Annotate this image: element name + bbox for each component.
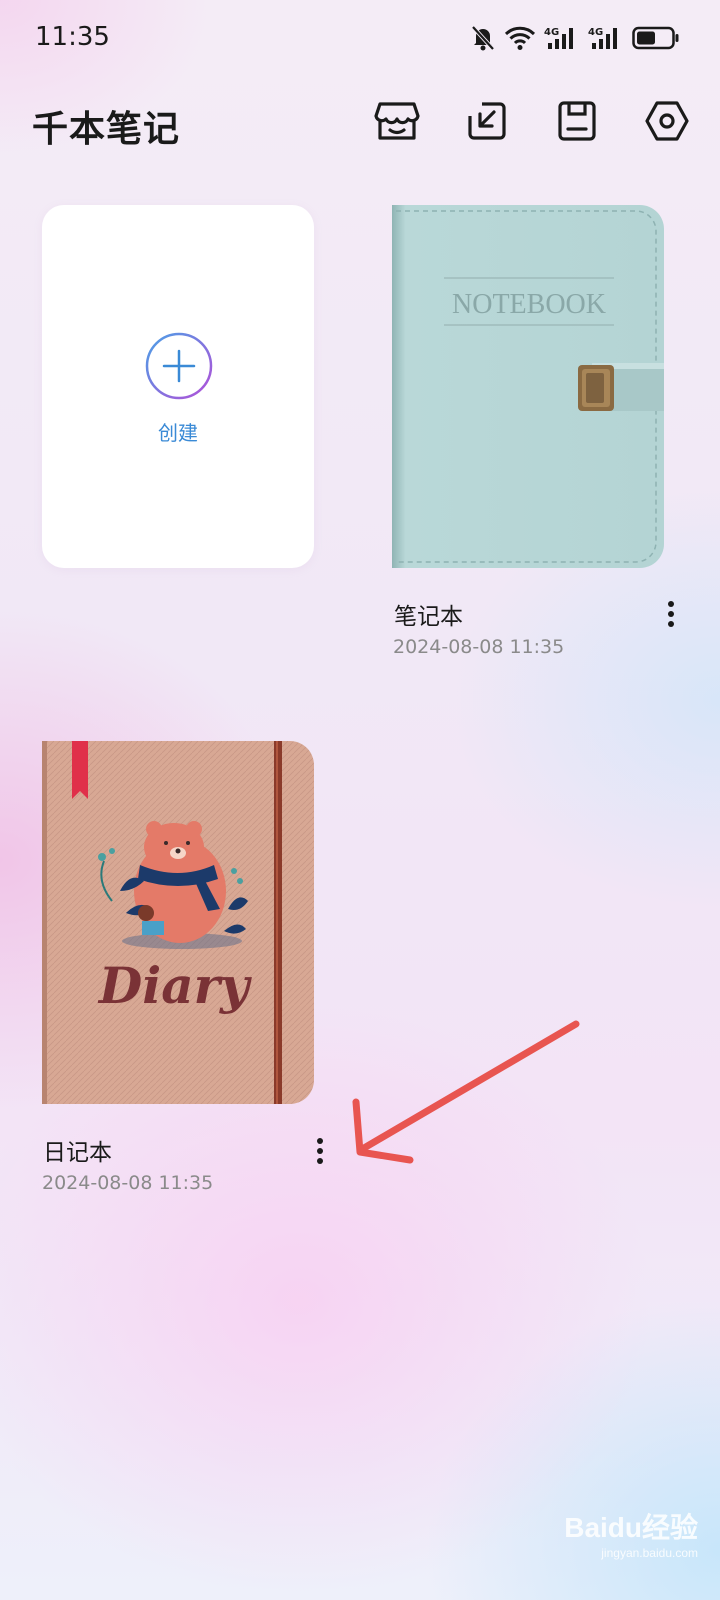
more-vertical-icon bbox=[668, 601, 674, 627]
store-icon bbox=[374, 102, 420, 140]
notebook-date: 2024-08-08 11:35 bbox=[393, 636, 565, 658]
more-options-button[interactable] bbox=[659, 594, 683, 634]
watermark-url: jingyan.baidu.com bbox=[601, 1546, 698, 1560]
annotation-arrow bbox=[352, 1020, 580, 1164]
notebook-cover-teal[interactable]: NOTEBOOK bbox=[392, 205, 664, 568]
diary-cover-image: Diary bbox=[42, 741, 314, 1104]
wifi-icon bbox=[504, 25, 536, 51]
notebook-cover-image: NOTEBOOK bbox=[392, 205, 664, 568]
status-time: 11:35 bbox=[35, 22, 110, 52]
status-bar: 11:35 4G 4G bbox=[0, 0, 720, 76]
svg-text:4G: 4G bbox=[588, 27, 603, 38]
save-button[interactable] bbox=[554, 98, 600, 144]
notebook-title: 笔记本 bbox=[394, 604, 463, 630]
settings-icon bbox=[645, 101, 689, 141]
signal-4g-icon: 4G bbox=[544, 25, 580, 51]
signal-4g-icon: 4G bbox=[588, 25, 624, 51]
watermark-logo: Baidu经验 bbox=[564, 1512, 698, 1543]
bell-mute-icon bbox=[470, 24, 496, 52]
more-vertical-icon bbox=[317, 1138, 323, 1164]
toolbar bbox=[374, 98, 690, 144]
settings-button[interactable] bbox=[644, 98, 690, 144]
diary-cover-title: Diary bbox=[97, 956, 252, 1015]
notebook-title: 日记本 bbox=[43, 1140, 112, 1166]
create-label: 创建 bbox=[158, 421, 198, 445]
notebook-date: 2024-08-08 11:35 bbox=[42, 1172, 214, 1194]
battery-icon bbox=[632, 25, 680, 51]
plus-icon bbox=[145, 332, 213, 400]
store-button[interactable] bbox=[374, 98, 420, 144]
create-notebook-card[interactable]: 创建 bbox=[42, 205, 314, 568]
page-title: 千本笔记 bbox=[32, 109, 181, 150]
import-icon bbox=[468, 102, 506, 140]
watermark: Baidu经验 jingyan.baidu.com bbox=[564, 1506, 698, 1560]
more-options-button[interactable] bbox=[308, 1131, 332, 1171]
notebook-cover-title: NOTEBOOK bbox=[452, 289, 606, 320]
save-icon bbox=[558, 101, 596, 141]
diary-cover[interactable]: Diary bbox=[42, 741, 314, 1104]
status-icons: 4G 4G bbox=[470, 22, 680, 54]
svg-text:4G: 4G bbox=[544, 27, 559, 38]
import-button[interactable] bbox=[464, 98, 510, 144]
